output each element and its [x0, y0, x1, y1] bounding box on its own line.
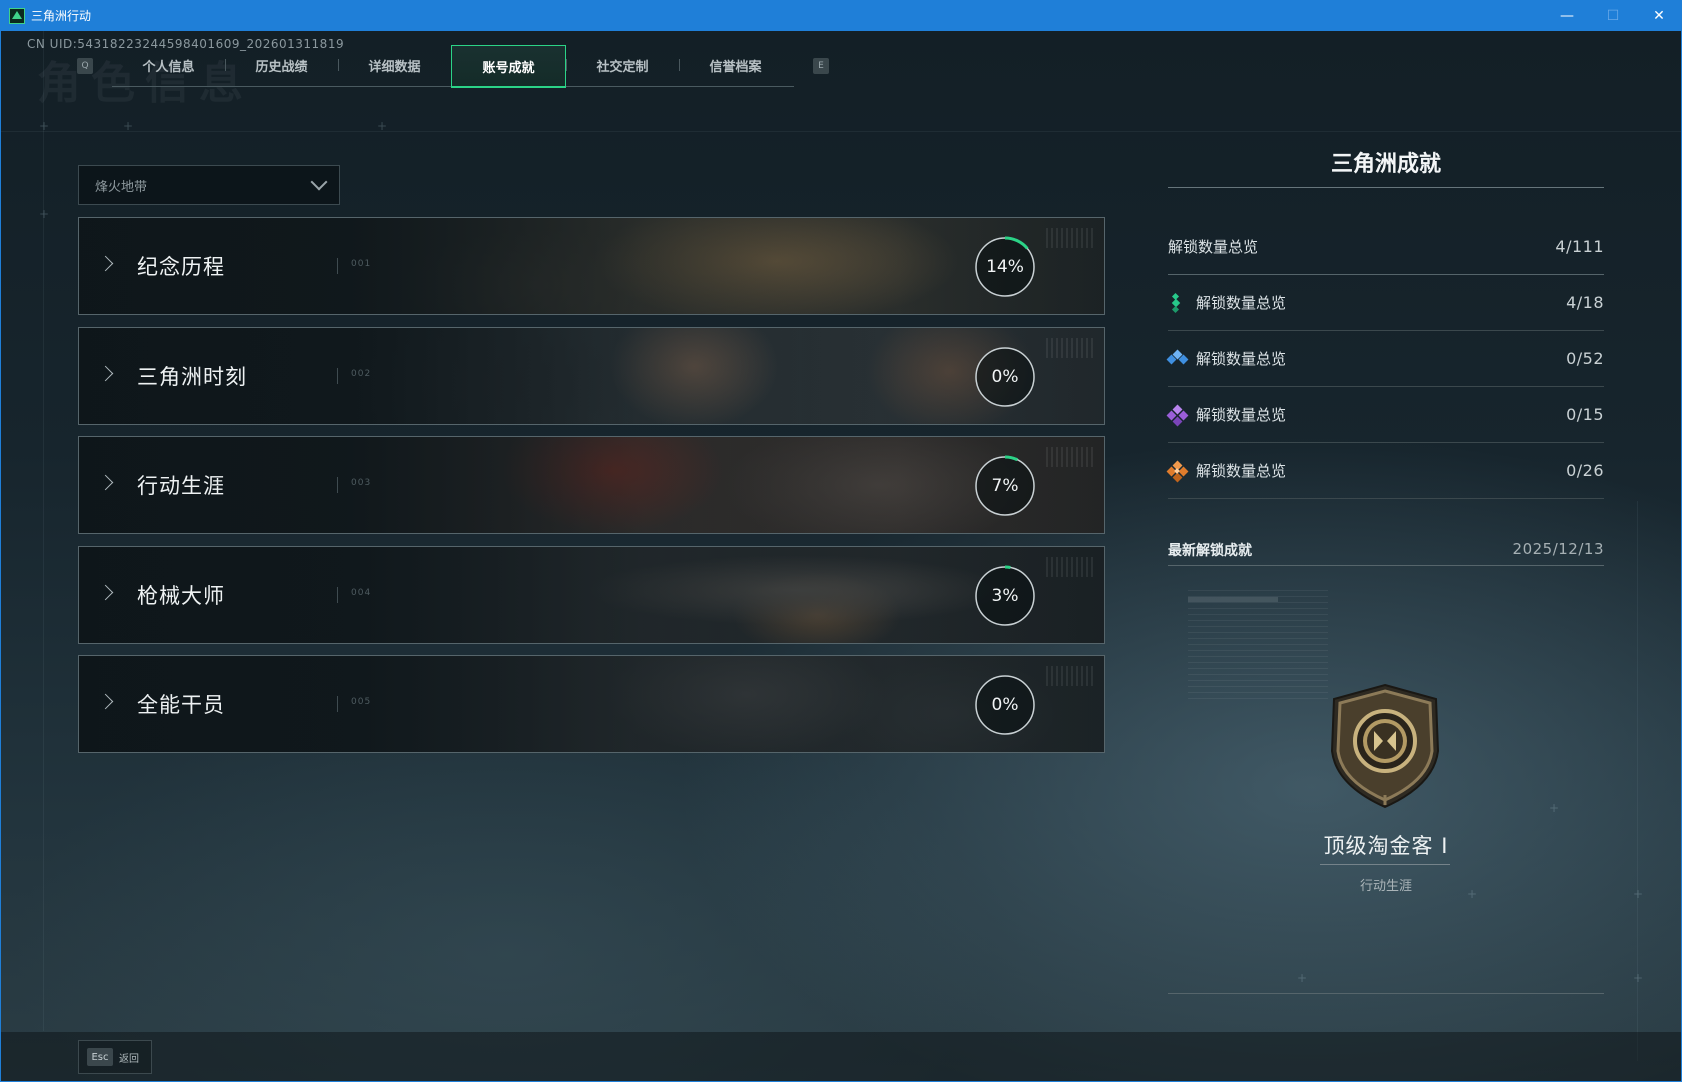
- window-title: 三角洲行动: [31, 9, 92, 23]
- maximize-button[interactable]: ☐: [1590, 0, 1636, 31]
- window-frame: [0, 31, 1682, 1082]
- close-button[interactable]: ✕: [1636, 0, 1682, 31]
- window-controls: — ☐ ✕: [1544, 0, 1682, 31]
- minimize-button[interactable]: —: [1544, 0, 1590, 31]
- app-logo-icon: [9, 7, 25, 24]
- window-titlebar: 三角洲行动 — ☐ ✕: [0, 0, 1682, 31]
